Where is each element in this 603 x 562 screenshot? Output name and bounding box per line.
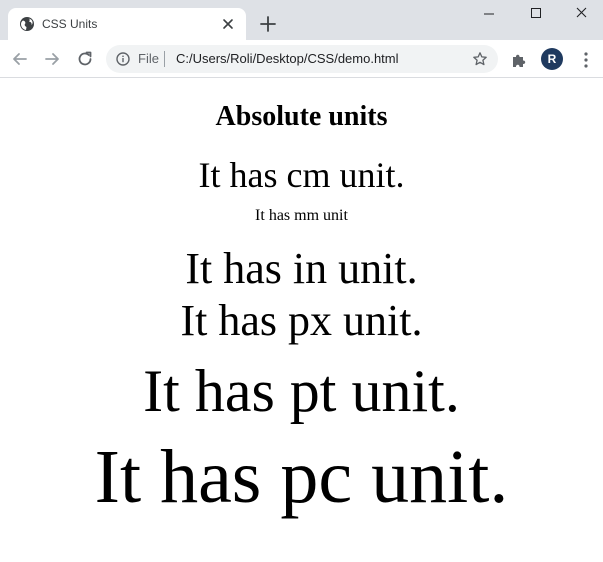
forward-arrow-icon[interactable] xyxy=(42,49,62,69)
cm-unit-text: It has cm unit. xyxy=(198,155,405,195)
px-unit-text: It has px unit. xyxy=(180,296,423,345)
address-bar[interactable]: File C:/Users/Roli/Desktop/CSS/demo.html xyxy=(106,45,498,73)
profile-avatar[interactable]: R xyxy=(541,48,563,70)
browser-toolbar: File C:/Users/Roli/Desktop/CSS/demo.html… xyxy=(0,40,603,78)
bookmark-star-icon[interactable] xyxy=(472,51,488,67)
reload-icon[interactable] xyxy=(75,49,95,69)
new-tab-icon[interactable] xyxy=(258,14,278,34)
minimize-icon[interactable] xyxy=(466,0,512,30)
extensions-puzzle-icon[interactable] xyxy=(510,51,528,69)
window-close-icon[interactable] xyxy=(558,0,603,30)
back-arrow-icon[interactable] xyxy=(10,49,30,69)
mm-unit-text: It has mm unit xyxy=(255,207,348,224)
scheme-label: File xyxy=(138,51,159,66)
tab-title: CSS Units xyxy=(42,17,98,31)
info-icon[interactable] xyxy=(116,52,130,66)
browser-tab[interactable]: CSS Units xyxy=(8,8,246,40)
page-heading: Absolute units xyxy=(215,101,388,132)
pt-unit-text: It has pt unit. xyxy=(143,358,460,424)
pc-unit-text: It has pc unit. xyxy=(94,435,509,519)
maximize-icon[interactable] xyxy=(512,0,558,30)
url-text[interactable]: C:/Users/Roli/Desktop/CSS/demo.html xyxy=(176,51,399,67)
close-tab-icon[interactable] xyxy=(220,16,236,32)
more-menu-icon[interactable] xyxy=(578,51,594,69)
in-unit-text: It has in unit. xyxy=(185,244,418,293)
globe-icon xyxy=(20,17,34,31)
page-content: Absolute units It has cm unit. It has mm… xyxy=(0,79,603,562)
browser-titlebar: CSS Units xyxy=(0,0,603,40)
omnibox-divider xyxy=(164,51,165,67)
